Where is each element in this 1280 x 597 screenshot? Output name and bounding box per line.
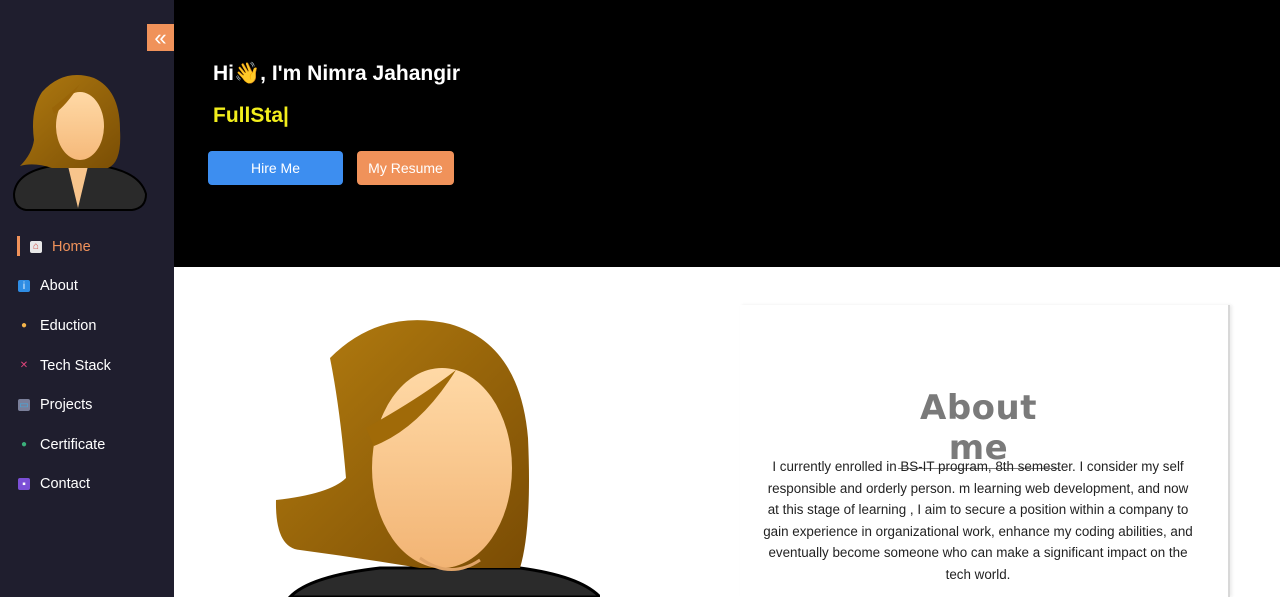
projector-icon: ▭ xyxy=(18,399,30,412)
house-icon: ⌂ xyxy=(30,240,42,253)
about-avatar-illustration xyxy=(275,320,600,597)
sidebar-item-label: Eduction xyxy=(40,317,97,334)
sidebar-item-certificate[interactable]: ● Certificate xyxy=(0,425,174,465)
tools-icon: ✕ xyxy=(19,360,29,372)
my-resume-button[interactable]: My Resume xyxy=(357,151,454,185)
sidebar: « ⌂ Home i About ● Eduction ✕ Tech Stack… xyxy=(0,0,174,597)
info-icon: i xyxy=(18,280,30,293)
contact-icon: ▪ xyxy=(18,478,30,491)
hire-me-button[interactable]: Hire Me xyxy=(208,151,343,185)
sidebar-item-label: Tech Stack xyxy=(40,357,111,374)
sidebar-item-label: About xyxy=(40,278,78,295)
sidebar-item-label: Contact xyxy=(40,476,90,493)
sidebar-item-projects[interactable]: ▭ Projects xyxy=(0,385,174,425)
profile-avatar xyxy=(12,75,148,211)
student-icon: ● xyxy=(20,320,28,332)
graduate-icon: ● xyxy=(20,439,28,451)
sidebar-item-label: Projects xyxy=(40,397,93,414)
sidebar-item-contact[interactable]: ▪ Contact xyxy=(0,465,174,505)
typed-role-text: FullSta| xyxy=(213,104,289,127)
hero-greeting: Hi👋, I'm Nimra Jahangir xyxy=(213,62,461,85)
about-description: I currently enrolled in BS-IT program, 8… xyxy=(763,459,1193,582)
sidebar-item-tech-stack[interactable]: ✕ Tech Stack xyxy=(0,346,174,386)
sidebar-item-home[interactable]: ⌂ Home xyxy=(0,227,174,267)
sidebar-item-label: Certificate xyxy=(40,436,106,453)
sidebar-item-about[interactable]: i About xyxy=(0,267,174,307)
sidebar-item-eduction[interactable]: ● Eduction xyxy=(0,306,174,346)
collapse-sidebar-button[interactable]: « xyxy=(147,24,174,51)
hero-section: Hi👋, I'm Nimra Jahangir FullSta| Hire Me… xyxy=(174,0,1280,267)
sidebar-item-label: Home xyxy=(52,238,91,255)
double-chevron-left-icon: « xyxy=(154,24,167,50)
sidebar-nav: ⌂ Home i About ● Eduction ✕ Tech Stack ▭… xyxy=(0,227,174,504)
active-indicator xyxy=(17,236,20,256)
